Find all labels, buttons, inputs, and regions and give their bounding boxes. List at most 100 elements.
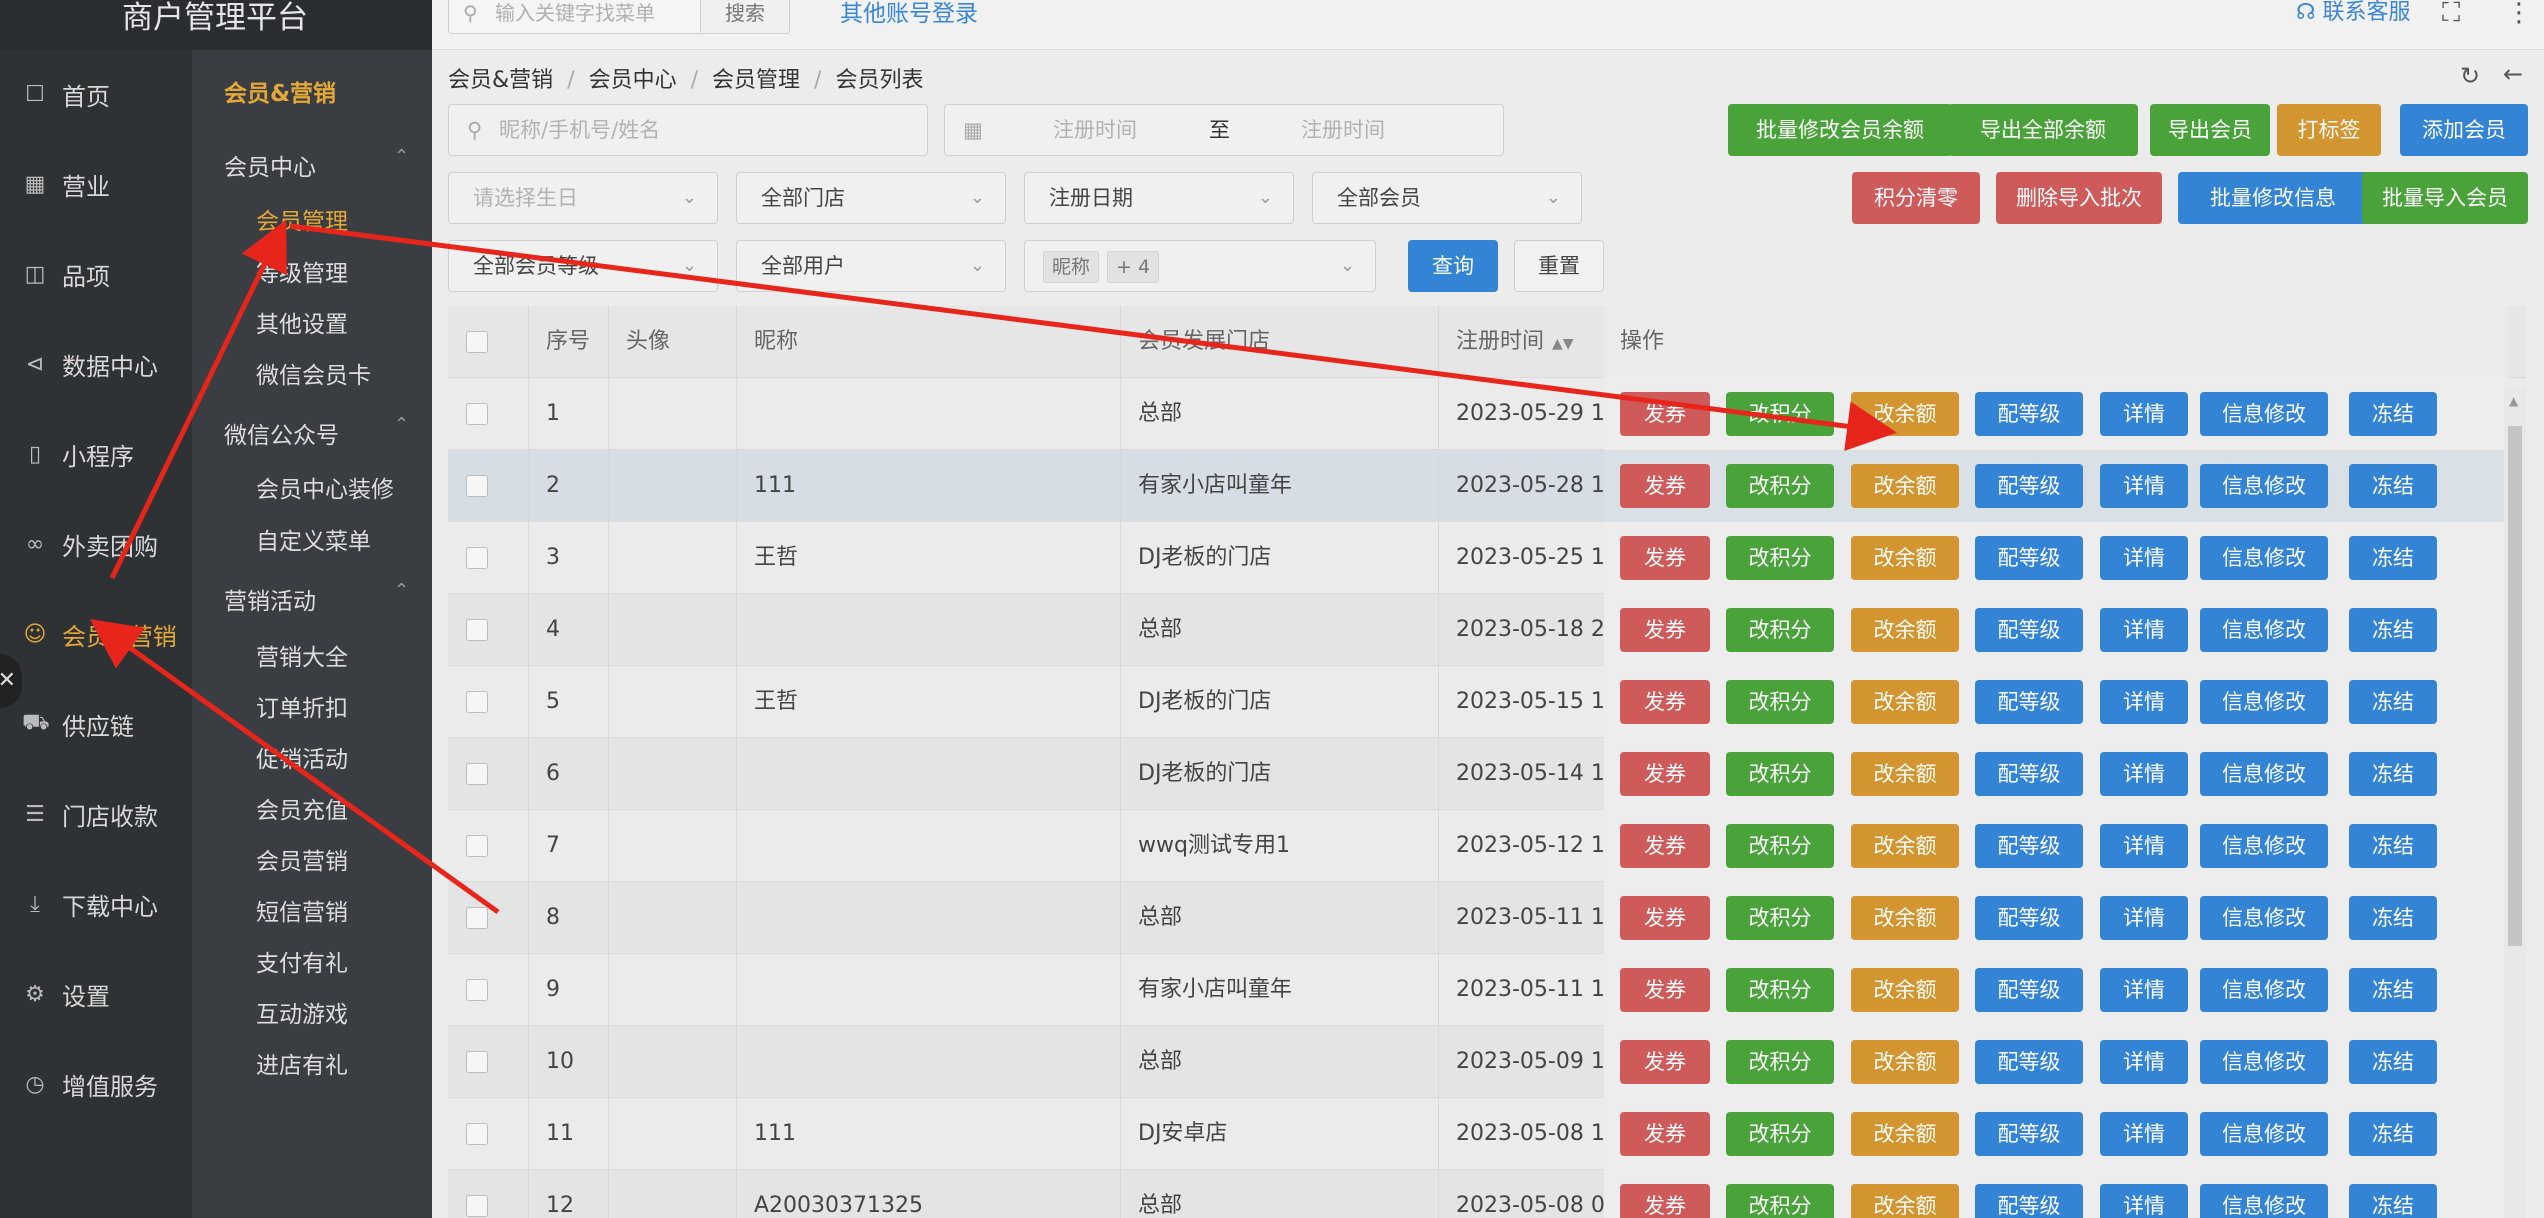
subnav-item-member-center-decor[interactable]: 会员中心装修 (256, 470, 394, 504)
add-tag-button[interactable]: 打标签 (2277, 104, 2381, 156)
fullscreen-icon[interactable]: ⛶ (2442, 0, 2460, 29)
subnav-item-visit-gift[interactable]: 进店有礼 (256, 1046, 348, 1080)
issue-coupon-button[interactable]: 发券 (1620, 608, 1710, 652)
assign-level-button[interactable]: 配等级 (1975, 680, 2083, 724)
edit-info-button[interactable]: 信息修改 (2200, 464, 2328, 508)
row-checkbox[interactable] (466, 763, 488, 785)
nav-item-business[interactable]: ▦ 营业 (0, 154, 192, 214)
assign-level-button[interactable]: 配等级 (1975, 752, 2083, 796)
assign-level-button[interactable]: 配等级 (1975, 824, 2083, 868)
table-row[interactable]: 8总部2023-05-11 17:发券改积分改余额配等级详情信息修改冻结 (448, 882, 2526, 954)
scroll-up-icon[interactable]: ▲ (2509, 394, 2518, 408)
subnav-item-wechat-card[interactable]: 微信会员卡 (256, 356, 371, 390)
edit-balance-button[interactable]: 改余额 (1851, 392, 1959, 436)
table-row[interactable]: 2 111 有家小店叫童年 2023-05-28 14 发券 改积分 改余额 配等级 详情 信息修… (448, 450, 2526, 522)
edit-points-button[interactable]: 改积分 (1726, 1040, 1834, 1084)
assign-level-button[interactable]: 配等级 (1975, 1184, 2083, 1218)
subnav-group-member-center[interactable]: 会员中心 ⌃ (224, 146, 409, 182)
edit-balance-button[interactable]: 改余额 (1851, 536, 1959, 580)
table-row[interactable]: 11 111 DJ安卓店 2023-05-08 16 发券 改积分 改余额 配等级 详情 信息修改… (448, 1098, 2526, 1170)
member-type-select[interactable]: 全部会员 ⌄ (1312, 172, 1582, 224)
issue-coupon-button[interactable]: 发券 (1620, 752, 1710, 796)
clear-points-button[interactable]: 积分清零 (1852, 172, 1980, 224)
subnav-item-games[interactable]: 互动游戏 (256, 995, 348, 1029)
nav-item-data-center[interactable]: ⊲ 数据中心 (0, 334, 192, 394)
subnav-item-member-marketing[interactable]: 会员营销 (256, 842, 348, 876)
column-header-register-time[interactable]: 注册时间 ▲▼ (1456, 306, 1574, 378)
edit-balance-button[interactable]: 改余额 (1851, 968, 1959, 1012)
freeze-button[interactable]: 冻结 (2349, 608, 2437, 652)
freeze-button[interactable]: 冻结 (2349, 392, 2437, 436)
more-icon[interactable]: ⋮ (2506, 0, 2532, 28)
edit-info-button[interactable]: 信息修改 (2200, 896, 2328, 940)
issue-coupon-button[interactable]: 发券 (1620, 464, 1710, 508)
detail-button[interactable]: 详情 (2100, 752, 2188, 796)
subnav-item-other-settings[interactable]: 其他设置 (256, 305, 348, 339)
issue-coupon-button[interactable]: 发券 (1620, 824, 1710, 868)
subnav-item-member-recharge[interactable]: 会员充值 (256, 791, 348, 825)
freeze-button[interactable]: 冻结 (2349, 1112, 2437, 1156)
breadcrumb-item[interactable]: 会员中心 (589, 68, 677, 93)
table-row[interactable]: 5 王哲 DJ老板的门店 2023-05-15 18 发券 改积分 改余额 配等级 详情 信息修改… (448, 666, 2526, 738)
query-button[interactable]: 查询 (1408, 240, 1498, 292)
edit-points-button[interactable]: 改积分 (1726, 680, 1834, 724)
subnav-item-level-management[interactable]: 等级管理 (256, 254, 348, 288)
detail-button[interactable]: 详情 (2100, 1184, 2188, 1218)
delete-import-batch-button[interactable]: 删除导入批次 (1996, 172, 2162, 224)
row-checkbox[interactable] (466, 979, 488, 1001)
subnav-item-promotions[interactable]: 促销活动 (256, 740, 348, 774)
edit-info-button[interactable]: 信息修改 (2200, 968, 2328, 1012)
nav-item-home[interactable]: ☐ 首页 (0, 64, 192, 124)
table-row[interactable]: 6 DJ老板的门店 2023-05-14 17 发券 改积分 改余额 配等级 详情 信息修改 冻结 (448, 738, 2526, 810)
subnav-item-member-management[interactable]: 会员管理 (256, 202, 348, 236)
edit-info-button[interactable]: 信息修改 (2200, 1040, 2328, 1084)
table-row[interactable]: 9有家小店叫童年2023-05-11 14:发券改积分改余额配等级详情信息修改冻… (448, 954, 2526, 1026)
subnav-item-custom-menu[interactable]: 自定义菜单 (256, 522, 371, 556)
nav-item-store-payment[interactable]: ☰ 门店收款 (0, 784, 192, 844)
edit-info-button[interactable]: 信息修改 (2200, 1112, 2328, 1156)
detail-button[interactable]: 详情 (2100, 824, 2188, 868)
freeze-button[interactable]: 冻结 (2349, 536, 2437, 580)
row-checkbox[interactable] (466, 1123, 488, 1145)
subnav-group-marketing[interactable]: 营销活动 ⌃ (224, 580, 409, 616)
row-checkbox[interactable] (466, 619, 488, 641)
edit-points-button[interactable]: 改积分 (1726, 392, 1834, 436)
detail-button[interactable]: 详情 (2100, 968, 2188, 1012)
edit-points-button[interactable]: 改积分 (1726, 536, 1834, 580)
contact-support-link[interactable]: ☊ 联系客服 (2296, 0, 2411, 26)
row-checkbox[interactable] (466, 691, 488, 713)
keyword-search-input[interactable]: ⚲ 昵称/手机号/姓名 (448, 104, 928, 156)
edit-info-button[interactable]: 信息修改 (2200, 680, 2328, 724)
nav-item-download-center[interactable]: ⤓ 下载中心 (0, 874, 192, 934)
birthday-select[interactable]: 请选择生日 ⌄ (448, 172, 718, 224)
assign-level-button[interactable]: 配等级 (1975, 464, 2083, 508)
assign-level-button[interactable]: 配等级 (1975, 392, 2083, 436)
subnav-item-sms-marketing[interactable]: 短信营销 (256, 893, 348, 927)
other-account-login-link[interactable]: 其他账号登录 (840, 0, 978, 28)
edit-balance-button[interactable]: 改余额 (1851, 608, 1959, 652)
table-row[interactable]: 10 总部 2023-05-09 15 发券 改积分 改余额 配等级 详情 信息修改 冻结 (448, 1026, 2526, 1098)
subnav-group-wechat-official[interactable]: 微信公众号 ⌃ (224, 414, 409, 450)
row-checkbox[interactable] (466, 1051, 488, 1073)
assign-level-button[interactable]: 配等级 (1975, 968, 2083, 1012)
batch-import-members-button[interactable]: 批量导入会员 (2362, 172, 2528, 224)
subnav-item-pay-gift[interactable]: 支付有礼 (256, 944, 348, 978)
issue-coupon-button[interactable]: 发券 (1620, 968, 1710, 1012)
back-arrow-icon[interactable]: ← (2503, 60, 2523, 88)
row-checkbox[interactable] (466, 1195, 488, 1217)
assign-level-button[interactable]: 配等级 (1975, 536, 2083, 580)
edit-balance-button[interactable]: 改余额 (1851, 1040, 1959, 1084)
edit-info-button[interactable]: 信息修改 (2200, 536, 2328, 580)
row-checkbox[interactable] (466, 907, 488, 929)
table-row[interactable]: 1 总部 2023-05-29 13 发券 改积分 改余额 配等级 详情 信息修改 冻结 (448, 378, 2526, 450)
edit-points-button[interactable]: 改积分 (1726, 608, 1834, 652)
subnav-item-order-discount[interactable]: 订单折扣 (256, 689, 348, 723)
edit-info-button[interactable]: 信息修改 (2200, 1184, 2328, 1218)
assign-level-button[interactable]: 配等级 (1975, 1040, 2083, 1084)
edit-info-button[interactable]: 信息修改 (2200, 752, 2328, 796)
member-level-select[interactable]: 全部会员等级 ⌄ (448, 240, 718, 292)
freeze-button[interactable]: 冻结 (2349, 1040, 2437, 1084)
batch-edit-balance-button[interactable]: 批量修改会员余额 (1728, 104, 1952, 156)
issue-coupon-button[interactable]: 发券 (1620, 1112, 1710, 1156)
export-all-balance-button[interactable]: 导出全部余额 (1948, 104, 2138, 156)
